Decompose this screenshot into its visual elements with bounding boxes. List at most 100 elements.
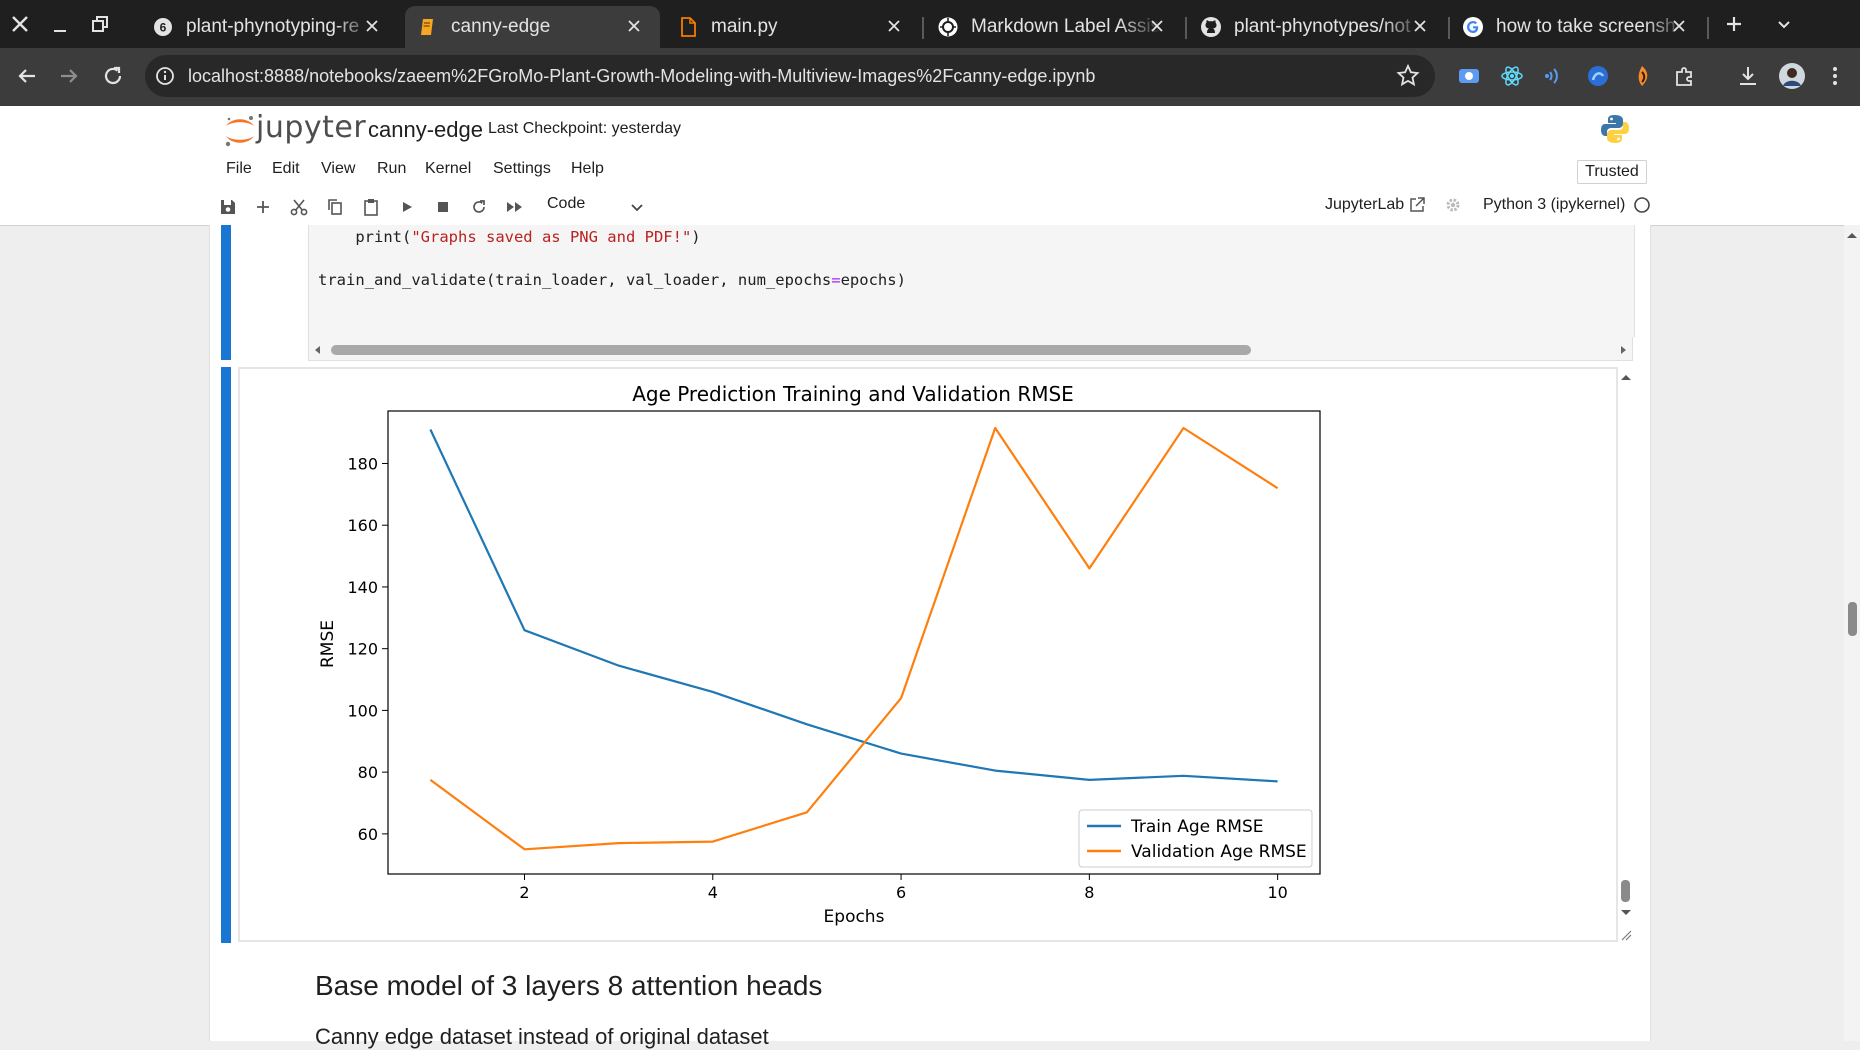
avatar[interactable] xyxy=(1778,62,1806,90)
plot-area xyxy=(387,410,1321,875)
tab-separator xyxy=(922,17,924,39)
trusted-badge[interactable]: Trusted xyxy=(1577,160,1647,184)
tab-title: canny-edge xyxy=(451,16,551,37)
y-tick-label: 180 xyxy=(347,454,378,473)
legend-label: Validation Age RMSE xyxy=(1131,842,1307,862)
x-axis-ticks: 2 4 6 8 10 xyxy=(519,874,1288,902)
menu-view[interactable]: View xyxy=(321,160,355,178)
site-info-icon[interactable] xyxy=(152,63,178,89)
y-tick-label: 140 xyxy=(347,578,378,597)
resize-handle-icon[interactable] xyxy=(1620,928,1632,946)
tab-title: how to take screensh xyxy=(1496,16,1676,37)
tab-title: plant-phynotypes/not xyxy=(1234,16,1411,37)
close-tab-icon[interactable] xyxy=(622,14,646,38)
y-tick-label: 80 xyxy=(358,763,378,782)
browser-tab[interactable]: plant-phynotypes/not xyxy=(1188,6,1446,48)
tab-separator xyxy=(1707,17,1709,39)
minimize-window-icon[interactable] xyxy=(48,12,72,36)
jupyterlab-link[interactable]: JupyterLab xyxy=(1325,196,1404,214)
menu-kernel[interactable]: Kernel xyxy=(425,160,471,178)
extension-screenshot-icon[interactable] xyxy=(1456,63,1482,89)
cut-icon[interactable] xyxy=(286,194,312,220)
github-icon xyxy=(1200,16,1222,38)
extension-react-icon[interactable] xyxy=(1499,63,1525,89)
checkpoint-status: Last Checkpoint: yesterday xyxy=(488,120,681,137)
kernel-settings-gear-icon[interactable] xyxy=(1444,196,1462,214)
cell-selection-bar xyxy=(221,225,231,360)
menu-edit[interactable]: Edit xyxy=(272,160,300,178)
output-scroll-up-icon[interactable] xyxy=(1618,370,1634,389)
output-scroll-down-icon[interactable] xyxy=(1618,906,1634,925)
forward-arrow-icon[interactable] xyxy=(56,63,82,89)
extension-orange-icon[interactable] xyxy=(1629,63,1655,89)
page-scroll-thumb[interactable] xyxy=(1848,602,1857,636)
menu-settings[interactable]: Settings xyxy=(493,160,551,178)
scroll-left-icon[interactable] xyxy=(312,343,324,361)
page-scroll-up-icon[interactable] xyxy=(1845,228,1859,246)
bookmark-star-icon[interactable] xyxy=(1394,62,1422,90)
download-icon[interactable] xyxy=(1735,63,1761,89)
copy-icon[interactable] xyxy=(322,194,348,220)
y-axis-ticks: 60 80 100 120 140 160 180 xyxy=(347,454,388,844)
external-link-icon[interactable] xyxy=(1408,196,1426,214)
horizontal-scroll-thumb[interactable] xyxy=(331,345,1251,355)
back-arrow-icon[interactable] xyxy=(14,63,40,89)
close-tab-icon[interactable] xyxy=(1145,14,1169,38)
extensions-puzzle-icon[interactable] xyxy=(1672,63,1698,89)
tab-title: main.py xyxy=(711,16,778,37)
extension-read-aloud-icon[interactable] xyxy=(1542,63,1568,89)
jupyter-logo[interactable] xyxy=(222,112,258,150)
browser-tab[interactable]: 6 plant-phynotyping-re xyxy=(140,6,398,48)
browser-menu-icon[interactable] xyxy=(1822,63,1848,89)
python-logo-icon xyxy=(1599,113,1631,145)
x-tick-label: 6 xyxy=(896,883,906,902)
svg-text:6: 6 xyxy=(160,21,167,35)
file-icon xyxy=(677,16,699,38)
url-text[interactable]: localhost:8888/notebooks/zaeem%2FGroMo-P… xyxy=(188,62,1095,90)
kernel-name[interactable]: Python 3 (ipykernel) xyxy=(1483,196,1625,214)
code-line: train_and_validate(train_loader, val_loa… xyxy=(318,271,906,289)
chart-title: Age Prediction Training and Validation R… xyxy=(632,382,1074,406)
run-cell-icon[interactable] xyxy=(394,194,420,220)
restart-kernel-icon[interactable] xyxy=(466,194,492,220)
restore-window-icon[interactable] xyxy=(88,12,112,36)
close-window-icon[interactable] xyxy=(8,12,32,36)
tab-search-chevron-icon[interactable] xyxy=(1772,12,1796,36)
notebook-title[interactable]: canny-edge xyxy=(368,117,483,143)
close-tab-icon[interactable] xyxy=(882,14,906,38)
extension-blue-icon[interactable] xyxy=(1585,63,1611,89)
x-tick-label: 2 xyxy=(519,883,529,902)
close-tab-icon[interactable] xyxy=(360,14,384,38)
browser-tab[interactable]: Markdown Label Assis xyxy=(925,6,1183,48)
menu-help[interactable]: Help xyxy=(571,160,604,178)
save-icon[interactable] xyxy=(215,194,241,220)
cell-type-value: Code xyxy=(547,195,586,212)
jupyter-logo-text: jupyter xyxy=(256,110,367,145)
close-tab-icon[interactable] xyxy=(1408,14,1432,38)
reload-icon[interactable] xyxy=(100,63,126,89)
menu-file[interactable]: File xyxy=(226,160,252,178)
browser-tab[interactable]: how to take screensh xyxy=(1450,6,1705,48)
browser-tab[interactable]: main.py xyxy=(665,6,920,48)
cell-type-select[interactable]: Code xyxy=(545,193,645,221)
insert-cell-icon[interactable] xyxy=(250,194,276,220)
scroll-right-icon[interactable] xyxy=(1617,343,1629,361)
close-tab-icon[interactable] xyxy=(1667,14,1691,38)
output-scroll-thumb[interactable] xyxy=(1621,880,1630,902)
menu-run[interactable]: Run xyxy=(377,160,406,178)
jupyter-notebook-icon xyxy=(417,16,439,38)
x-tick-label: 4 xyxy=(708,883,718,902)
browser-tab-active[interactable]: canny-edge xyxy=(405,6,660,48)
markdown-heading: Base model of 3 layers 8 attention heads xyxy=(315,970,823,1001)
output-selection-bar xyxy=(221,367,231,943)
new-tab-icon[interactable] xyxy=(1722,12,1746,36)
tab-title: Markdown Label Assis xyxy=(971,16,1161,37)
paste-icon[interactable] xyxy=(358,194,384,220)
rmse-line-chart: Age Prediction Training and Validation R… xyxy=(318,382,1321,927)
markdown-paragraph: Canny edge dataset instead of original d… xyxy=(315,1024,769,1049)
y-tick-label: 160 xyxy=(347,516,378,535)
chevron-down-icon xyxy=(629,199,645,220)
interrupt-kernel-icon[interactable] xyxy=(430,194,456,220)
restart-run-all-icon[interactable] xyxy=(502,194,528,220)
x-axis-label: Epochs xyxy=(824,907,885,927)
